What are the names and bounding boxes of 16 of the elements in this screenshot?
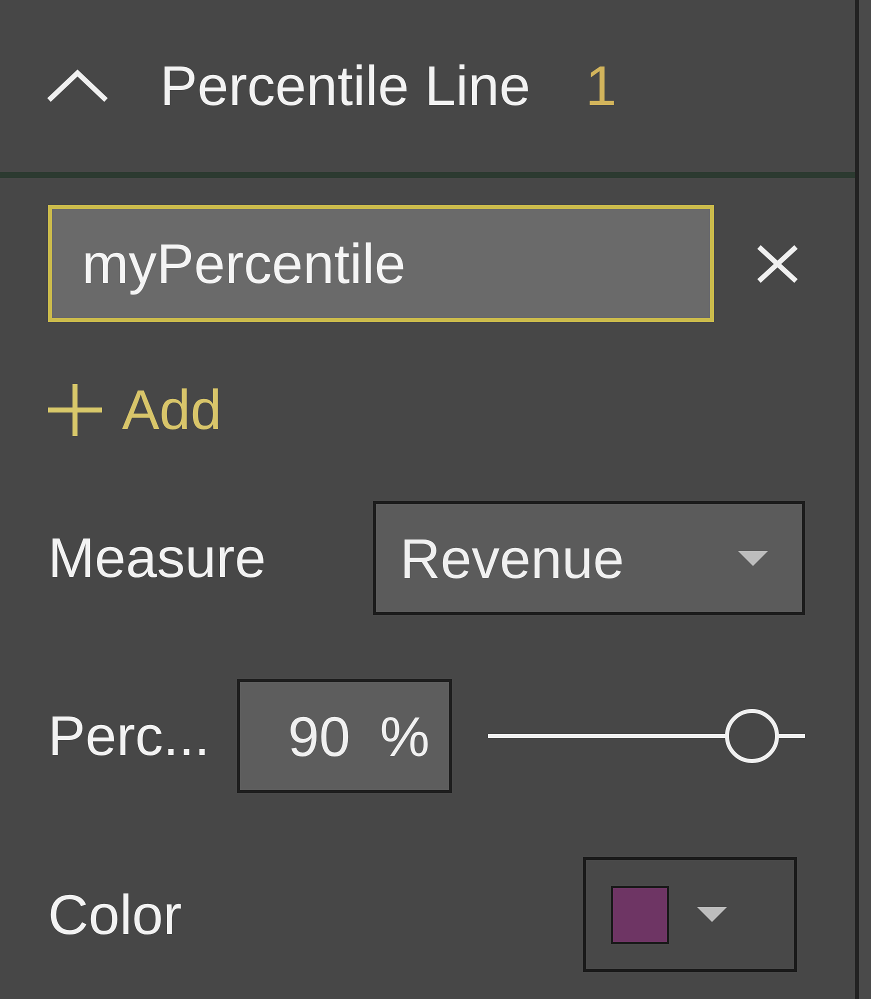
caret-icon xyxy=(697,907,727,922)
section-title: Percentile Line xyxy=(160,58,530,114)
add-button[interactable]: Add xyxy=(48,383,222,437)
slider-track[interactable] xyxy=(488,709,805,763)
measure-dropdown[interactable]: Revenue xyxy=(373,501,805,615)
plus-icon xyxy=(48,384,102,436)
close-icon[interactable] xyxy=(755,242,800,284)
color-picker-button[interactable] xyxy=(583,857,797,972)
chevron-up-icon[interactable] xyxy=(45,68,110,104)
percentile-input[interactable]: 90 % xyxy=(237,679,452,793)
field-label: Perc... xyxy=(48,708,210,764)
field-label: Color xyxy=(48,886,182,942)
caret-icon xyxy=(738,550,768,566)
name-input[interactable]: myPercentile xyxy=(48,205,714,322)
count-label: 1 xyxy=(585,58,617,114)
field-label: Measure xyxy=(48,530,266,586)
